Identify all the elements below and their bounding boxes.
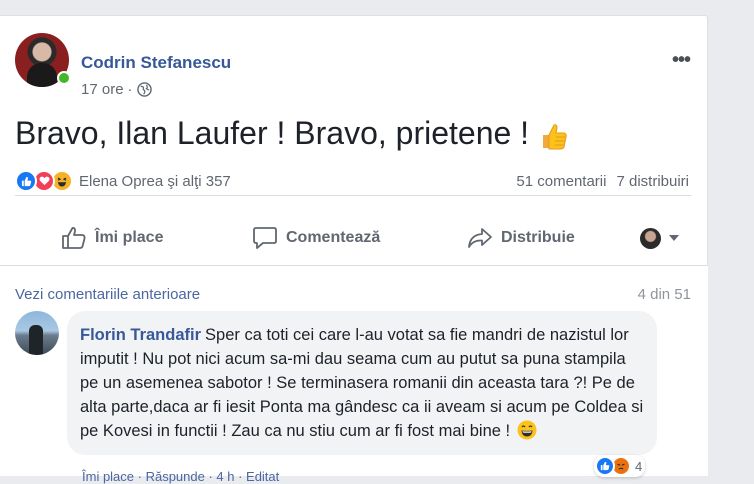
online-status-dot — [57, 71, 71, 85]
thumbs-up-emoji-icon — [543, 123, 567, 149]
like-reaction-icon — [595, 456, 615, 476]
commenter-avatar[interactable] — [15, 311, 59, 355]
post-body: Bravo, Ilan Laufer ! Bravo, prietene ! — [15, 115, 569, 152]
post-card: Codrin Stefanescu 17 ore · ••• Bravo, Il… — [0, 15, 708, 484]
engagement-counts: 51 comentarii 7 distribuiri — [516, 173, 689, 190]
view-previous-comments-link[interactable]: Vezi comentariile anterioare — [15, 286, 200, 303]
shares-count-link[interactable]: 7 distribuiri — [616, 173, 689, 190]
comment-icon — [253, 227, 277, 249]
comment-pager: 4 din 51 — [637, 286, 691, 303]
like-button[interactable]: Îmi place — [61, 226, 163, 250]
chevron-down-icon — [669, 235, 679, 241]
like-reaction-icon — [15, 170, 37, 192]
post-meta: 17 ore · — [81, 81, 152, 98]
mini-avatar — [640, 227, 661, 249]
page-background-strip — [708, 0, 754, 459]
comment-button[interactable]: Comentează — [252, 226, 380, 250]
comments-section: Vezi comentariile anterioare 4 din 51 Fl… — [0, 266, 708, 484]
share-icon — [468, 228, 492, 248]
share-button-label: Distribuie — [501, 229, 575, 246]
reaction-names[interactable]: Elena Oprea şi alţi 357 — [79, 173, 231, 190]
share-button[interactable]: Distribuie — [467, 226, 575, 250]
comment-reaction-count: 4 — [635, 458, 643, 474]
comment-reactions[interactable]: 4 — [594, 455, 646, 477]
comment-author-name[interactable]: Florin Trandafir — [80, 326, 201, 344]
grinning-emoji-icon — [517, 420, 537, 440]
post-action-bar: Îmi place Comentează Distribuie — [15, 211, 691, 265]
react-as-selector[interactable] — [640, 227, 679, 249]
comments-count-link[interactable]: 51 comentarii — [516, 173, 606, 190]
like-icon — [62, 227, 86, 249]
comment-action-links[interactable]: Îmi place · Răspunde · 4 h · Editat — [82, 469, 279, 484]
more-options-icon[interactable]: ••• — [672, 50, 691, 70]
post-author-name[interactable]: Codrin Stefanescu — [81, 53, 231, 73]
author-avatar[interactable] — [15, 33, 71, 87]
globe-icon[interactable] — [136, 82, 152, 97]
like-button-label: Îmi place — [95, 229, 164, 246]
meta-separator: · — [127, 81, 133, 98]
post-text: Bravo, Ilan Laufer ! Bravo, prietene ! — [15, 115, 530, 151]
comment-button-label: Comentează — [286, 229, 381, 246]
reactions-summary[interactable]: Elena Oprea şi alţi 357 — [15, 170, 231, 192]
comment-bubble: Florin Trandafir Sper ca toti cei care l-… — [67, 311, 657, 455]
divider — [15, 195, 691, 196]
post-timestamp[interactable]: 17 ore — [81, 81, 124, 98]
